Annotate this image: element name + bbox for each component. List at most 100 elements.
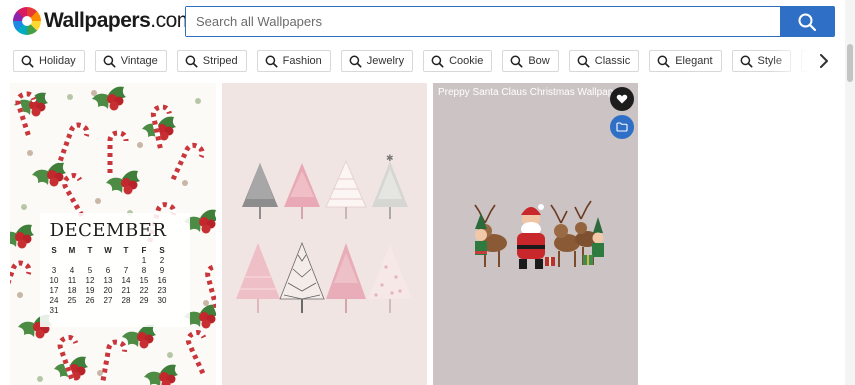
search-button[interactable] <box>780 7 834 36</box>
tag-label: Fashion <box>282 55 322 67</box>
search-icon <box>349 55 362 68</box>
calendar-day <box>117 256 135 266</box>
tags-next-button[interactable] <box>815 52 833 70</box>
calendar-day <box>99 256 117 266</box>
tag-label: Cookie <box>449 55 484 67</box>
search-icon <box>103 55 116 68</box>
calendar-day: 28 <box>121 296 131 305</box>
calendar-day <box>99 306 117 316</box>
tag-chip[interactable]: Vintage <box>94 50 167 72</box>
tag-bar: Holiday Vintage Striped Fashion Jewelry Cooki… <box>13 50 809 72</box>
color-wheel-icon <box>13 7 41 35</box>
calendar-weekday: S <box>159 246 165 255</box>
calendar-day <box>153 306 171 316</box>
calendar-day: 11 <box>67 276 77 285</box>
calendar-day <box>63 256 81 266</box>
calendar-day <box>81 256 99 266</box>
wallpaper-card[interactable]: Preppy Santa Claus Christmas Wallpaper <box>433 83 638 385</box>
calendar-day: 12 <box>85 276 95 285</box>
calendar-day: 14 <box>121 276 131 285</box>
calendar-day: 2 <box>159 256 165 265</box>
tag-chip[interactable]: Classic <box>568 50 640 72</box>
wallpaper-card[interactable]: DECEMBER S M T W T F S 1 2 3 4 5 6 7 8 9 10 11 12 13 14 15 16 1… <box>10 83 216 385</box>
tag-bar-fade <box>770 50 810 72</box>
calendar: DECEMBER S M T W T F S 1 2 3 4 5 6 7 8 9 10 11 12 13 14 15 16 1… <box>33 220 183 316</box>
calendar-day: 24 <box>49 296 59 305</box>
search-icon <box>185 55 198 68</box>
scrollbar-thumb[interactable] <box>847 44 853 82</box>
calendar-day <box>117 306 135 316</box>
tag-chip[interactable]: Fashion <box>256 50 331 72</box>
santa-reindeer-image <box>433 83 638 385</box>
calendar-day <box>45 256 63 266</box>
calendar-day: 30 <box>157 296 167 305</box>
calendar-day <box>63 306 81 316</box>
calendar-day: 13 <box>103 276 113 285</box>
chevron-right-icon <box>820 54 828 68</box>
calendar-day: 9 <box>159 266 165 275</box>
calendar-day: 22 <box>139 286 149 295</box>
site-logo[interactable]: Wallpapers.com <box>13 6 194 36</box>
tag-label: Striped <box>202 55 238 67</box>
search-input[interactable] <box>186 7 780 36</box>
calendar-day: 25 <box>67 296 77 305</box>
search-icon <box>265 55 278 68</box>
calendar-day: 26 <box>85 296 95 305</box>
calendar-day: 5 <box>87 266 93 275</box>
calendar-weekday: M <box>68 246 76 255</box>
wallpapers-page: Wallpapers.com Holiday Vintage Striped Fash… <box>0 0 855 385</box>
calendar-day: 20 <box>103 286 113 295</box>
calendar-day: 31 <box>49 306 59 315</box>
tag-chip[interactable]: Bow <box>502 50 559 72</box>
calendar-day: 16 <box>157 276 167 285</box>
wallpaper-card[interactable]: ✱ <box>222 83 427 385</box>
save-to-folder-button[interactable] <box>610 115 634 139</box>
calendar-day: 23 <box>157 286 167 295</box>
calendar-day: 8 <box>141 266 147 275</box>
christmas-trees-image: ✱ <box>222 83 427 385</box>
search-icon <box>740 55 753 68</box>
calendar-day: 18 <box>67 286 77 295</box>
calendar-weekday: S <box>51 246 57 255</box>
heart-icon <box>616 94 628 104</box>
tag-chip[interactable]: Striped <box>176 50 247 72</box>
tag-label: Elegant <box>675 55 713 67</box>
tag-chip[interactable]: Holiday <box>13 50 85 72</box>
search-icon <box>798 13 817 31</box>
page-scrollbar[interactable] <box>845 0 855 385</box>
calendar-weekday: F <box>141 246 147 255</box>
calendar-weekday: T <box>123 246 129 255</box>
calendar-day: 27 <box>103 296 113 305</box>
folder-icon <box>616 122 628 132</box>
calendar-day: 15 <box>139 276 149 285</box>
tag-chip[interactable]: Jewelry <box>340 50 414 72</box>
logo-brand: Wallpapers <box>44 9 151 32</box>
calendar-day: 6 <box>105 266 111 275</box>
calendar-day: 19 <box>85 286 95 295</box>
calendar-day: 10 <box>49 276 59 285</box>
calendar-day: 3 <box>51 266 57 275</box>
wallpaper-title[interactable]: Preppy Santa Claus Christmas Wallpaper <box>438 87 622 98</box>
calendar-day: 4 <box>69 266 75 275</box>
calendar-day: 7 <box>123 266 129 275</box>
search-icon <box>21 55 34 68</box>
calendar-day: 1 <box>141 256 147 265</box>
favorite-button[interactable] <box>610 87 634 111</box>
calendar-month: DECEMBER <box>49 220 167 241</box>
search-icon <box>510 55 523 68</box>
calendar-day: 17 <box>49 286 59 295</box>
tag-label: Jewelry <box>366 55 405 67</box>
tag-chip[interactable]: Elegant <box>649 50 722 72</box>
logo-text: Wallpapers.com <box>44 9 194 33</box>
tag-list: Holiday Vintage Striped Fashion Jewelry Cooki… <box>13 50 809 72</box>
calendar-weekday: W <box>104 246 112 255</box>
search-icon <box>577 55 590 68</box>
search-bar <box>185 6 835 37</box>
calendar-day <box>81 306 99 316</box>
calendar-day: 21 <box>121 286 131 295</box>
tag-label: Bow <box>528 55 550 67</box>
site-header: Wallpapers.com <box>0 0 845 44</box>
calendar-day <box>135 306 153 316</box>
tag-chip[interactable]: Cookie <box>423 50 493 72</box>
search-icon <box>657 55 670 68</box>
